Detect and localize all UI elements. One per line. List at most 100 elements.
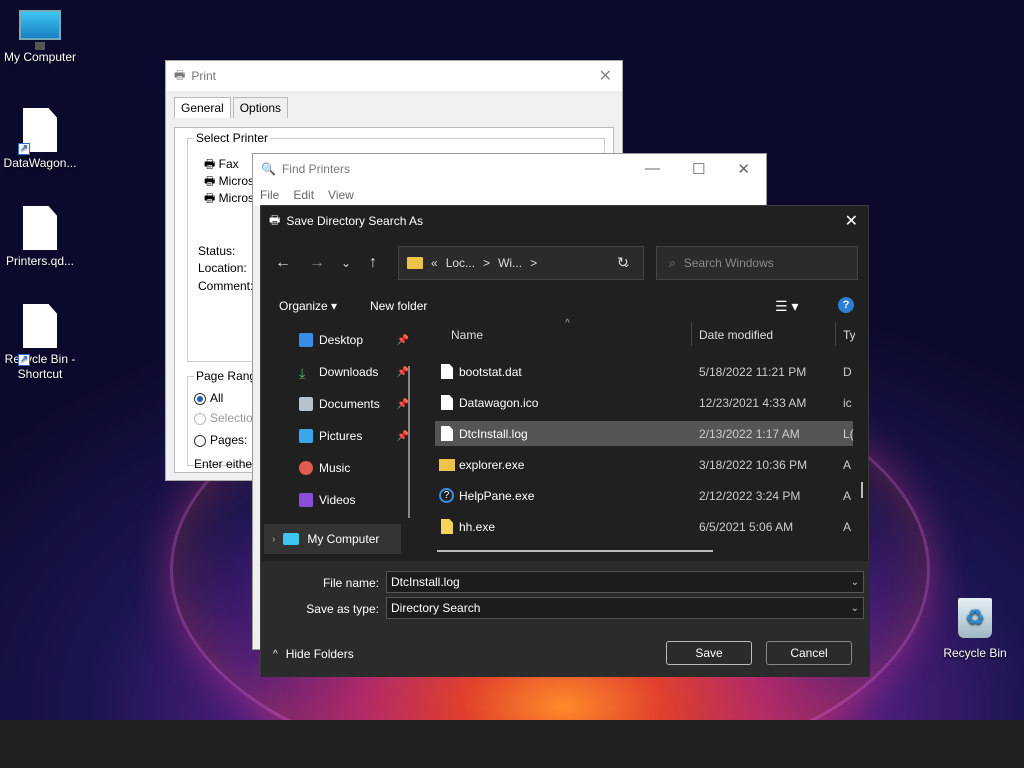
search-placeholder: Search Windows bbox=[683, 256, 774, 270]
navigation-pane: Desktop 📌 ⤓ Downloads 📌 Documents 📌 Picture… bbox=[261, 326, 419, 554]
file-row[interactable]: Datawagon.ico 12/23/2021 4:33 AM ic bbox=[435, 390, 853, 415]
save-type-select[interactable]: Directory Search ⌄ bbox=[386, 597, 864, 619]
pictures-icon bbox=[299, 429, 313, 443]
save-button[interactable]: Save bbox=[666, 641, 752, 665]
computer-icon bbox=[19, 10, 61, 50]
command-bar: Organize ▾ New folder ☰ ▾ ? bbox=[261, 296, 870, 316]
organize-button[interactable]: Organize ▾ bbox=[279, 299, 337, 313]
refresh-icon[interactable]: ↻ bbox=[617, 254, 629, 271]
shortcut-arrow-icon: ↗ bbox=[18, 354, 30, 366]
save-title: Save Directory Search As bbox=[286, 214, 424, 228]
printer-item-microsoft-2[interactable]: 🖶 Micros bbox=[204, 189, 254, 210]
printer-icon: 🖶 bbox=[269, 212, 281, 227]
help-icon: ? bbox=[439, 488, 454, 503]
file-list: Name ^ Date modified Ty bootstat.dat 5/1… bbox=[435, 318, 855, 554]
desktop-icon-recycle-bin-shortcut[interactable]: ↗ Recycle Bin - Shortcut bbox=[0, 304, 80, 382]
hide-folders-button[interactable]: ^ Hide Folders bbox=[273, 647, 354, 661]
nav-scrollbar[interactable] bbox=[408, 366, 410, 518]
folder-explorer-icon bbox=[439, 458, 455, 471]
column-name[interactable]: Name bbox=[451, 328, 483, 342]
shortcut-arrow-icon: ↗ bbox=[18, 143, 30, 155]
help-icon[interactable]: ? bbox=[838, 297, 854, 313]
pin-icon: 📌 bbox=[396, 334, 409, 346]
file-row[interactable]: hh.exe 6/5/2021 5:06 AM A bbox=[435, 514, 853, 539]
select-printer-label: Select Printer bbox=[194, 131, 271, 145]
menu-edit[interactable]: Edit bbox=[293, 188, 314, 202]
save-bottom-panel: File name: DtcInstall.log ⌄ Save as type… bbox=[261, 561, 870, 677]
desktop-icon-printers[interactable]: Printers.qd... bbox=[0, 206, 80, 269]
radio-selection[interactable]: Selection bbox=[194, 411, 259, 425]
breadcrumb-windows[interactable]: Wi... bbox=[498, 256, 522, 270]
nav-item-pictures[interactable]: Pictures 📌 bbox=[299, 426, 409, 446]
desktop-icon-label: Recycle Bin - Shortcut bbox=[4, 352, 76, 381]
chevron-right-icon: › bbox=[272, 533, 276, 545]
desktop-icon-my-computer[interactable]: My Computer bbox=[0, 10, 80, 65]
file-icon bbox=[23, 206, 57, 250]
location-label: Location: bbox=[198, 261, 247, 275]
comment-label: Comment: bbox=[198, 279, 254, 293]
file-icon bbox=[441, 426, 453, 441]
desktop-icon-recycle-bin[interactable]: ♻ Recycle Bin bbox=[935, 598, 1015, 661]
chevron-down-icon[interactable]: ⌄ bbox=[341, 256, 351, 270]
column-type[interactable]: Ty bbox=[843, 328, 855, 342]
desktop-icon-datawagon[interactable]: ↗ DataWagon... bbox=[0, 108, 80, 171]
tab-general[interactable]: General bbox=[174, 97, 231, 118]
menu-file[interactable]: File bbox=[260, 188, 279, 202]
maximize-icon[interactable]: ☐ bbox=[692, 160, 705, 178]
breadcrumb-local[interactable]: Loc... bbox=[446, 256, 475, 270]
file-row[interactable]: explorer.exe 3/18/2022 10:36 PM A bbox=[435, 452, 853, 477]
desktop-icon-label: Recycle Bin bbox=[943, 646, 1007, 660]
radio-pages[interactable]: Pages: bbox=[194, 433, 247, 447]
chevron-down-icon[interactable]: ⌄ bbox=[851, 603, 859, 614]
new-folder-button[interactable]: New folder bbox=[370, 299, 427, 313]
file-name-label: File name: bbox=[322, 576, 379, 590]
file-list-vscroll[interactable] bbox=[861, 482, 863, 498]
search-input[interactable]: ⌕ Search Windows bbox=[656, 246, 858, 280]
file-icon bbox=[23, 304, 57, 348]
download-icon: ⤓ bbox=[299, 365, 306, 381]
navigation-bar: ← → ⌄ ↑ « Loc... > Wi... > ⌄ ↻ ⌕ Search … bbox=[261, 246, 870, 280]
address-bar[interactable]: « Loc... > Wi... > ⌄ bbox=[398, 246, 644, 280]
nav-item-downloads[interactable]: ⤓ Downloads 📌 bbox=[299, 362, 409, 382]
printer-icon: 🖶 bbox=[174, 67, 186, 82]
column-date-modified[interactable]: Date modified bbox=[699, 328, 773, 342]
enter-either-text: Enter either bbox=[194, 457, 257, 471]
desktop-icon-label: My Computer bbox=[3, 50, 77, 64]
nav-item-my-computer[interactable]: › My Computer bbox=[264, 524, 401, 554]
tab-options[interactable]: Options bbox=[232, 97, 289, 118]
radio-all[interactable]: All bbox=[194, 391, 223, 405]
close-icon[interactable]: ✕ bbox=[737, 160, 750, 178]
minimize-icon[interactable]: — bbox=[645, 160, 660, 178]
print-tabs: General Options bbox=[166, 91, 622, 118]
documents-icon bbox=[299, 397, 313, 411]
close-icon[interactable]: ✕ bbox=[845, 211, 858, 231]
forward-arrow-icon[interactable]: → bbox=[309, 254, 325, 272]
nav-item-desktop[interactable]: Desktop 📌 bbox=[299, 330, 409, 350]
nav-item-music[interactable]: Music bbox=[299, 458, 409, 478]
desktop-icon-label: DataWagon... bbox=[3, 156, 77, 170]
menu-view[interactable]: View bbox=[328, 188, 354, 202]
file-list-scrollbar[interactable] bbox=[437, 550, 713, 552]
music-icon bbox=[299, 461, 313, 475]
file-icon bbox=[441, 395, 453, 410]
file-row[interactable]: bootstat.dat 5/18/2022 11:21 PM D bbox=[435, 359, 853, 384]
recycle-bin-icon: ♻ bbox=[958, 598, 992, 638]
back-arrow-icon[interactable]: ← bbox=[275, 254, 291, 272]
file-name-input[interactable]: DtcInstall.log ⌄ bbox=[386, 571, 864, 593]
nav-item-documents[interactable]: Documents 📌 bbox=[299, 394, 409, 414]
cancel-button[interactable]: Cancel bbox=[766, 641, 852, 665]
find-printer-icon: 🔍 bbox=[261, 162, 276, 176]
close-icon[interactable]: ✕ bbox=[599, 66, 612, 86]
file-row[interactable]: ? HelpPane.exe 2/12/2022 3:24 PM A bbox=[435, 483, 853, 508]
up-arrow-icon[interactable]: ↑ bbox=[369, 254, 377, 272]
taskbar bbox=[0, 720, 1024, 768]
chevron-up-icon: ^ bbox=[273, 648, 278, 660]
file-row-selected[interactable]: DtcInstall.log 2/13/2022 1:17 AM L( bbox=[435, 421, 854, 446]
find-printers-title: Find Printers bbox=[281, 162, 350, 176]
nav-item-videos[interactable]: Videos bbox=[299, 490, 409, 510]
view-options-icon[interactable]: ☰ ▾ bbox=[775, 298, 798, 315]
help-file-icon bbox=[441, 519, 453, 534]
search-icon: ⌕ bbox=[669, 255, 676, 270]
chevron-down-icon[interactable]: ⌄ bbox=[851, 577, 859, 588]
print-title: Print bbox=[191, 69, 217, 83]
